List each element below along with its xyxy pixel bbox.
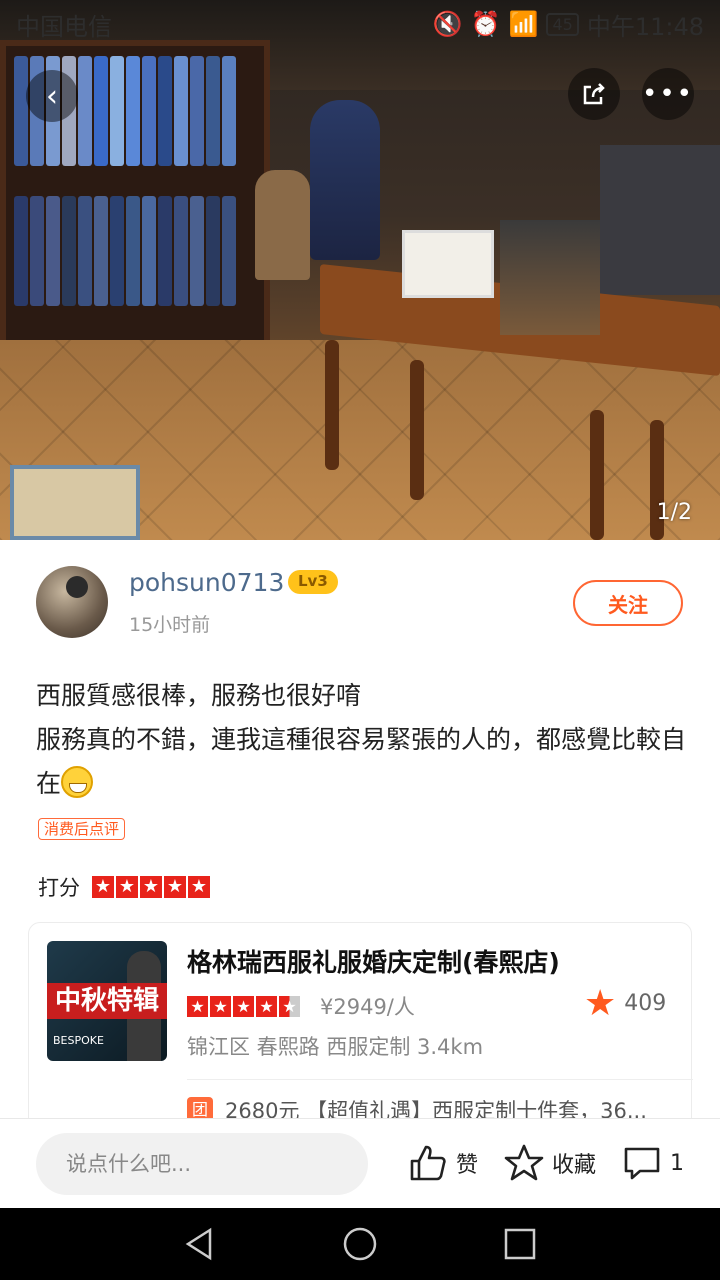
photo-poster xyxy=(402,230,494,298)
photo-table-leg xyxy=(410,360,424,500)
rating-row: 打分 ★ ★ ★ ★ ★ xyxy=(38,872,210,902)
battery-icon: 45 xyxy=(546,12,579,36)
star-icon: ★ xyxy=(188,876,210,898)
half-star-icon: ★ xyxy=(279,995,300,1017)
photo-rug xyxy=(10,465,140,540)
shop-name: 格林瑞西服礼服婚庆定制(春熙店) xyxy=(187,948,560,977)
like-button[interactable]: 赞 xyxy=(408,1143,478,1183)
star-icon: ★ xyxy=(210,995,231,1017)
comment-input[interactable]: 说点什么吧... xyxy=(36,1133,368,1195)
star-icon: ★ xyxy=(233,995,254,1017)
system-back-button[interactable] xyxy=(182,1226,218,1262)
level-badge: Lv3 xyxy=(288,570,338,594)
shop-card[interactable]: 中秋特辑 BESPOKE 格林瑞西服礼服婚庆定制(春熙店) ★ ★ ★ ★ ★ … xyxy=(28,922,693,1132)
photo-poster-2 xyxy=(500,220,600,335)
review-line-1: 西服質感很棒，服務也很好唷 xyxy=(36,681,362,710)
collect-label: 收藏 xyxy=(552,1153,597,1178)
star-icon: ★ xyxy=(256,995,277,1017)
bottom-bar: 说点什么吧... 赞 收藏 1 xyxy=(0,1118,720,1208)
photo-shelf-bottom xyxy=(14,196,264,316)
thumbs-up-icon xyxy=(410,1145,446,1181)
rating-stars: ★ ★ ★ ★ ★ xyxy=(92,876,210,898)
review-line-2: 服務真的不錯，連我這種很容易緊張的人的，都感覺比較自在 xyxy=(36,718,686,806)
thumb-subtitle: BESPOKE xyxy=(53,1034,104,1047)
shop-favorites[interactable]: ★ 409 xyxy=(584,983,666,1024)
rating-label: 打分 xyxy=(38,876,80,900)
status-bar: 中国电信 🔇 ⏰ 📶 45 中午11:48 xyxy=(0,0,720,48)
system-nav-bar xyxy=(0,1208,720,1280)
wifi-icon: 📶 xyxy=(508,10,539,38)
author-row: pohsun0713 Lv3 15小时前 关注 xyxy=(36,566,686,638)
alarm-icon: ⏰ xyxy=(470,10,501,38)
shop-location: 锦江区 春熙路 西服定制 3.4km xyxy=(187,1035,484,1059)
star-outline-icon xyxy=(504,1144,544,1181)
triangle-back-icon xyxy=(185,1227,212,1261)
photo-counter: 1/2 xyxy=(656,500,692,525)
clock: 中午11:48 xyxy=(586,12,704,41)
square-recents-icon xyxy=(504,1228,536,1260)
comment-button[interactable]: 1 xyxy=(622,1143,684,1183)
photo-mannequin-coat xyxy=(255,170,310,280)
system-home-button[interactable] xyxy=(342,1226,378,1262)
post-time: 15小时前 xyxy=(129,614,211,636)
circle-home-icon xyxy=(343,1227,377,1261)
grin-emoji-icon xyxy=(61,766,94,798)
star-filled-icon: ★ xyxy=(584,983,617,1024)
shop-stars: ★ ★ ★ ★ ★ xyxy=(187,995,300,1017)
back-button[interactable]: ‹ xyxy=(26,70,78,122)
photo-right-wall xyxy=(600,145,720,295)
chevron-left-icon: ‹ xyxy=(46,78,58,114)
star-icon: ★ xyxy=(187,995,208,1017)
username[interactable]: pohsun0713 xyxy=(129,568,284,597)
thumb-title: 中秋特辑 xyxy=(47,983,167,1019)
more-dots-icon: ••• xyxy=(642,79,695,109)
star-icon: ★ xyxy=(92,876,114,898)
more-button[interactable]: ••• xyxy=(642,68,694,120)
share-icon xyxy=(583,83,605,105)
comment-icon xyxy=(624,1147,660,1180)
star-icon: ★ xyxy=(116,876,138,898)
photo-table-leg xyxy=(325,340,339,470)
system-recents-button[interactable] xyxy=(502,1226,538,1262)
avatar[interactable] xyxy=(36,566,108,638)
photo-mannequin-suit xyxy=(310,100,380,260)
mute-icon: 🔇 xyxy=(432,10,463,38)
photo-table-leg xyxy=(590,410,604,540)
like-label: 赞 xyxy=(456,1153,479,1178)
shop-meta: ★ ★ ★ ★ ★ ¥2949/人 xyxy=(187,991,415,1021)
share-button[interactable] xyxy=(568,68,620,120)
divider xyxy=(187,1079,693,1080)
star-icon: ★ xyxy=(164,876,186,898)
review-text: 西服質感很棒，服務也很好唷 服務真的不錯，連我這種很容易緊張的人的，都感覺比較自… xyxy=(36,674,686,806)
star-icon: ★ xyxy=(140,876,162,898)
carrier-label: 中国电信 xyxy=(16,12,112,41)
shop-thumbnail: 中秋特辑 BESPOKE xyxy=(47,941,167,1061)
review-line-2-text: 服務真的不錯，連我這種很容易緊張的人的，都感覺比較自在 xyxy=(36,725,687,798)
shop-price: ¥2949/人 xyxy=(320,995,415,1019)
status-right: 🔇 ⏰ 📶 45 中午11:48 xyxy=(433,7,704,42)
comment-count: 1 xyxy=(670,1150,684,1176)
favorites-count: 409 xyxy=(624,991,667,1016)
review-tag: 消费后点评 xyxy=(38,818,126,840)
collect-button[interactable]: 收藏 xyxy=(504,1143,596,1183)
follow-button[interactable]: 关注 xyxy=(573,580,683,626)
